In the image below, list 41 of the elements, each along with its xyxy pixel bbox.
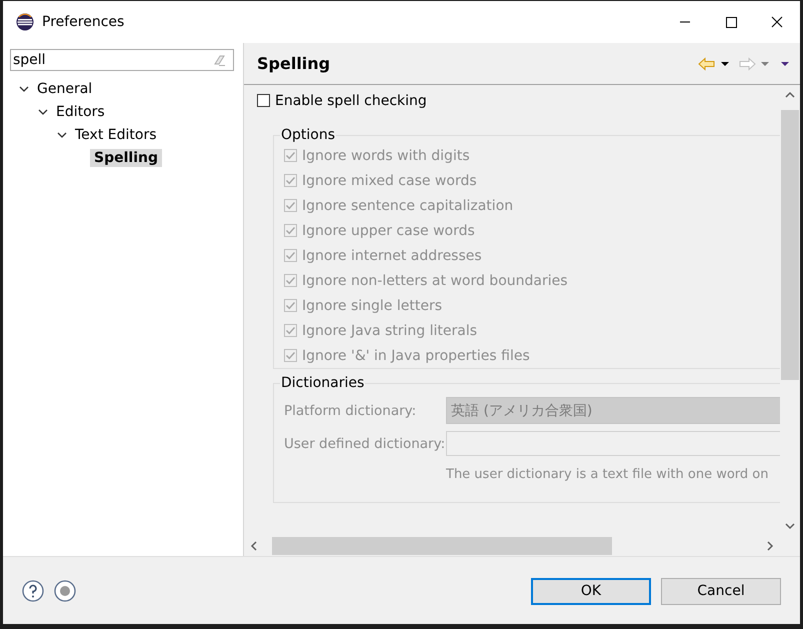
help-icon[interactable] <box>22 580 44 602</box>
checkbox-label: Ignore internet addresses <box>302 248 482 264</box>
page-title: Spelling <box>257 54 330 73</box>
checkbox-label: Ignore mixed case words <box>302 172 477 188</box>
checkbox-label: Ignore non-letters at word boundaries <box>302 272 568 288</box>
checkmark-icon <box>285 225 296 236</box>
checkbox-label: Ignore '&' in Java properties files <box>302 348 530 364</box>
checkmark-icon <box>285 150 296 161</box>
checkbox-label: Enable spell checking <box>275 92 427 108</box>
checkmark-icon <box>285 300 296 311</box>
checkbox-label: Ignore words with digits <box>302 148 470 164</box>
checkbox-label: Ignore upper case words <box>302 222 475 238</box>
tree-item[interactable]: Spelling <box>90 148 162 166</box>
checkbox-label: Ignore sentence capitalization <box>302 198 514 214</box>
group-title: Dictionaries <box>280 375 366 391</box>
checkmark-icon <box>285 325 296 336</box>
checkmark-icon <box>285 175 296 186</box>
scrollbar-thumb[interactable] <box>272 537 612 555</box>
field-label: User defined dictionary: <box>284 436 442 452</box>
app-logo-icon <box>16 13 34 31</box>
tree-item[interactable]: Text Editors <box>71 126 160 144</box>
checkmark-icon <box>285 250 296 261</box>
checkmark-icon <box>285 350 296 361</box>
tree-item[interactable]: Editors <box>52 102 109 120</box>
record-icon[interactable] <box>54 580 76 602</box>
dialog-button[interactable]: Cancel <box>661 578 781 604</box>
group-title: Options <box>280 127 336 143</box>
checkbox[interactable] <box>257 94 270 107</box>
checkmark-icon <box>285 200 296 211</box>
eraser-icon[interactable] <box>212 53 226 67</box>
filter-field[interactable]: spell <box>10 49 234 71</box>
hint-text: The user dictionary is a text file with one word on <box>446 467 770 482</box>
checkmark-icon <box>285 275 296 286</box>
dialog-button[interactable]: OK <box>531 578 651 604</box>
scrollbar-thumb[interactable] <box>781 110 799 380</box>
checkbox-label: Ignore single letters <box>302 298 442 314</box>
forward-arrow-icon[interactable] <box>738 56 756 70</box>
tree-item[interactable]: General <box>33 80 96 98</box>
field-label: Platform dictionary: <box>284 402 418 418</box>
checkbox-label: Ignore Java string literals <box>302 322 478 338</box>
window-title: Preferences <box>42 14 124 30</box>
